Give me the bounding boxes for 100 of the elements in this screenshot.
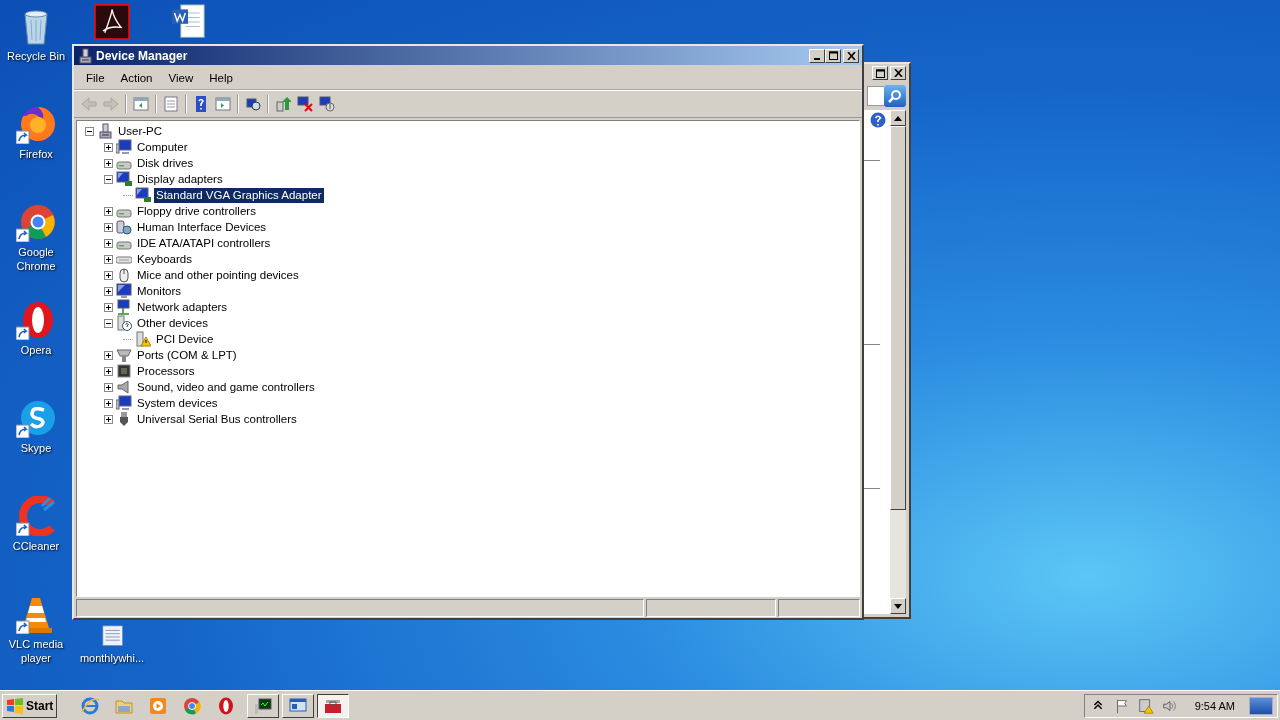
collapse-toggle[interactable] bbox=[104, 174, 113, 184]
tree-item[interactable]: Sound, video and game controllers bbox=[135, 379, 317, 395]
chip-icon bbox=[116, 363, 132, 379]
cleaner-app-icon bbox=[16, 496, 56, 536]
desktop-shortcut[interactable]: monthlywhi... bbox=[76, 622, 148, 665]
tree-item[interactable]: Human Interface Devices bbox=[135, 219, 269, 235]
computer-icon bbox=[77, 47, 93, 64]
start-button[interactable]: Start bbox=[2, 693, 58, 718]
scroll-up-button[interactable] bbox=[890, 110, 906, 126]
help-icon[interactable] bbox=[870, 112, 886, 128]
scrollbar[interactable] bbox=[890, 110, 906, 614]
desktop-shortcut[interactable]: CCleaner bbox=[0, 496, 72, 553]
monitor-icon bbox=[116, 171, 132, 187]
tree-item[interactable]: System devices bbox=[135, 395, 220, 411]
minimize-button[interactable] bbox=[809, 48, 825, 63]
tree-item[interactable]: IDE ATA/ATAPI controllers bbox=[135, 235, 273, 251]
expand-toggle[interactable] bbox=[104, 302, 113, 312]
speaker-icon bbox=[116, 379, 132, 395]
word-document-icon bbox=[170, 4, 206, 40]
start-logo-icon bbox=[6, 696, 24, 715]
expand-toggle[interactable] bbox=[104, 414, 113, 424]
expand-toggle[interactable] bbox=[104, 382, 113, 392]
forward-icon bbox=[103, 96, 119, 112]
scroll-down-button[interactable] bbox=[890, 598, 906, 614]
tree-item[interactable]: User-PC bbox=[116, 123, 165, 139]
expand-toggle[interactable] bbox=[104, 366, 113, 376]
network-icon bbox=[116, 299, 132, 315]
menu-item[interactable]: File bbox=[78, 70, 113, 86]
tree-item[interactable]: Standard VGA Graphics Adapter bbox=[154, 187, 324, 203]
menu-item[interactable]: Action bbox=[112, 70, 161, 86]
network-warning-icon[interactable] bbox=[1136, 696, 1155, 715]
monitor-icon bbox=[135, 187, 151, 203]
clock[interactable]: 9:54 AM bbox=[1194, 699, 1235, 712]
maximize-icon bbox=[875, 68, 885, 78]
tree-item[interactable]: PCI Device bbox=[154, 331, 216, 347]
tree-item[interactable]: Ports (COM & LPT) bbox=[135, 347, 239, 363]
menu-item[interactable]: View bbox=[160, 70, 202, 86]
desktop-shortcut[interactable]: VLC media player bbox=[0, 594, 72, 665]
monitor-icon bbox=[253, 695, 274, 716]
browser-icon bbox=[16, 202, 56, 242]
expand-toggle[interactable] bbox=[104, 206, 113, 216]
chat-app-icon bbox=[16, 398, 56, 438]
minimize-icon bbox=[814, 57, 820, 60]
device-icon bbox=[116, 219, 132, 235]
tree-item[interactable]: Mice and other pointing devices bbox=[135, 267, 301, 283]
tree-item[interactable]: Network adapters bbox=[135, 299, 230, 315]
collapse-toggle[interactable] bbox=[104, 318, 113, 328]
monitor-icon bbox=[116, 139, 132, 155]
help-icon bbox=[193, 96, 209, 112]
expand-toggle[interactable] bbox=[104, 238, 113, 248]
maximize-button[interactable] bbox=[825, 48, 841, 63]
desktop-shortcut[interactable]: Firefox bbox=[0, 104, 72, 161]
maximize-icon bbox=[828, 51, 838, 60]
expand-toggle[interactable] bbox=[104, 350, 113, 360]
warning-icon bbox=[135, 331, 151, 347]
browser-icon bbox=[80, 695, 101, 716]
desktop-shortcut[interactable]: Opera bbox=[0, 300, 72, 357]
expand-toggle[interactable] bbox=[104, 270, 113, 280]
expand-toggle[interactable] bbox=[104, 254, 113, 264]
menu-item[interactable]: Help bbox=[201, 70, 241, 86]
monitor-icon bbox=[116, 283, 132, 299]
text-document-icon bbox=[99, 622, 125, 648]
taskbar-button[interactable] bbox=[317, 693, 350, 718]
desktop-shortcut[interactable]: Google Chrome bbox=[0, 202, 72, 273]
tree-item[interactable]: Processors bbox=[135, 363, 197, 379]
scroll-thumb[interactable] bbox=[890, 126, 906, 510]
search-button[interactable] bbox=[884, 85, 906, 107]
ring-logo-icon bbox=[16, 300, 56, 340]
expand-toggle[interactable] bbox=[104, 286, 113, 296]
disable-device-icon bbox=[319, 96, 335, 112]
uninstall-icon bbox=[297, 96, 313, 112]
tree-item[interactable]: Monitors bbox=[135, 283, 184, 299]
desktop-shortcut[interactable]: Skype bbox=[0, 398, 72, 455]
search-field[interactable] bbox=[867, 86, 884, 106]
tree-item[interactable]: Universal Serial Bus controllers bbox=[135, 411, 299, 427]
mouse-icon bbox=[116, 267, 132, 283]
close-button[interactable] bbox=[890, 66, 906, 80]
disable-device-button[interactable] bbox=[316, 93, 338, 115]
tree-item[interactable]: Computer bbox=[135, 139, 190, 155]
expand-toggle[interactable] bbox=[104, 398, 113, 408]
question-icon bbox=[116, 315, 132, 331]
show-desktop-button[interactable] bbox=[1249, 696, 1273, 715]
computer-icon bbox=[97, 123, 113, 139]
up-arrow-icon bbox=[894, 115, 902, 121]
expand-toggle[interactable] bbox=[104, 222, 113, 232]
action-pane-icon bbox=[215, 96, 231, 112]
maximize-button[interactable] bbox=[872, 66, 888, 80]
tree-item[interactable]: Floppy drive controllers bbox=[135, 203, 258, 219]
media-player-icon bbox=[148, 695, 169, 716]
tree-item[interactable]: Disk drives bbox=[135, 155, 196, 171]
tree-item[interactable]: Display adapters bbox=[135, 171, 225, 187]
pane-toggle-icon bbox=[133, 96, 149, 112]
close-button[interactable] bbox=[843, 48, 859, 63]
desktop-shortcut[interactable]: Recycle Bin bbox=[0, 6, 72, 63]
expand-toggle[interactable] bbox=[104, 142, 113, 152]
tree-item[interactable]: Keyboards bbox=[135, 251, 194, 267]
update-driver-icon bbox=[275, 96, 291, 112]
collapse-toggle[interactable] bbox=[85, 126, 94, 136]
expand-toggle[interactable] bbox=[104, 158, 113, 168]
tree-item[interactable]: Other devices bbox=[135, 315, 210, 331]
